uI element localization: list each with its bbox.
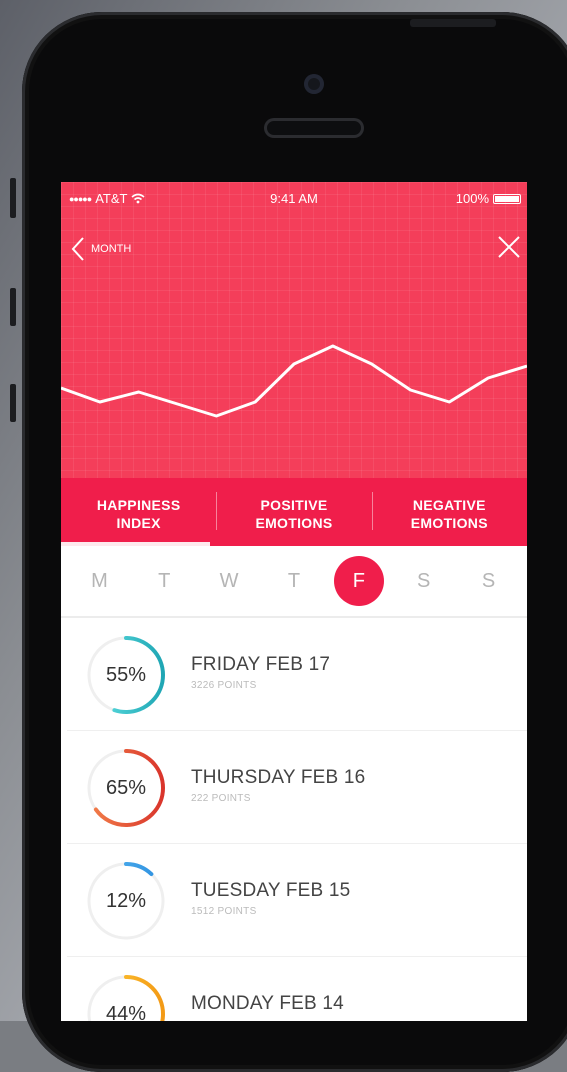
- tab-negative-emotions[interactable]: NEGATIVE EMOTIONS: [372, 478, 527, 546]
- list-item[interactable]: 65% THURSDAY FEB 16 222 POINTS: [67, 731, 527, 844]
- tab-label: POSITIVE: [216, 496, 371, 514]
- back-label: MONTH: [91, 243, 131, 255]
- back-button[interactable]: MONTH: [71, 236, 131, 262]
- percent-label: 55%: [85, 634, 167, 716]
- chevron-left-icon: [71, 236, 85, 262]
- day-sunday[interactable]: S: [463, 556, 513, 606]
- chart-header: ●●●●● AT&T 9:41 AM 100% MONTH: [61, 182, 527, 478]
- tab-label: EMOTIONS: [372, 514, 527, 532]
- entry-date: FRIDAY FEB 17: [191, 654, 330, 676]
- front-camera: [304, 74, 324, 94]
- app-screen: ●●●●● AT&T 9:41 AM 100% MONTH HAPPINESS …: [61, 182, 527, 1021]
- series-line: [61, 346, 527, 416]
- day-monday[interactable]: M: [74, 556, 124, 606]
- top-nav: MONTH: [61, 232, 527, 268]
- volume-down-button: [10, 384, 16, 422]
- entry-points: 3226 POINTS: [191, 680, 257, 691]
- battery-percent: 100%: [456, 191, 489, 206]
- mute-switch: [10, 178, 16, 218]
- list-item[interactable]: 44% MONDAY FEB 14: [67, 957, 527, 1021]
- close-icon[interactable]: [497, 235, 521, 259]
- tab-label: HAPPINESS: [61, 496, 216, 514]
- tab-bar: HAPPINESS INDEX POSITIVE EMOTIONS NEGATI…: [61, 478, 527, 546]
- tab-label: EMOTIONS: [216, 514, 371, 532]
- happiness-line-chart: [61, 278, 527, 478]
- entry-points: 1512 POINTS: [191, 906, 257, 917]
- tab-positive-emotions[interactable]: POSITIVE EMOTIONS: [216, 478, 371, 546]
- daily-entries-list: 55% FRIDAY FEB 17 3226 POINTS 65% THURSD…: [67, 618, 527, 1021]
- battery-info: 100%: [456, 191, 521, 206]
- entry-date: MONDAY FEB 14: [191, 993, 344, 1015]
- weekday-selector: M T W T F S S: [61, 546, 527, 618]
- volume-up-button: [10, 288, 16, 326]
- list-item[interactable]: 55% FRIDAY FEB 17 3226 POINTS: [67, 618, 527, 731]
- entry-date: THURSDAY FEB 16: [191, 767, 365, 789]
- tab-label: NEGATIVE: [372, 496, 527, 514]
- list-item[interactable]: 12% TUESDAY FEB 15 1512 POINTS: [67, 844, 527, 957]
- day-wednesday[interactable]: W: [204, 556, 254, 606]
- power-button: [410, 19, 496, 27]
- tab-happiness-index[interactable]: HAPPINESS INDEX: [61, 478, 216, 546]
- day-thursday[interactable]: T: [269, 556, 319, 606]
- battery-icon: [493, 194, 521, 204]
- percent-label: 65%: [85, 747, 167, 829]
- entry-date: TUESDAY FEB 15: [191, 880, 350, 902]
- entry-points: 222 POINTS: [191, 793, 251, 804]
- day-friday[interactable]: F: [334, 556, 384, 606]
- tab-label: INDEX: [61, 514, 216, 532]
- status-bar: ●●●●● AT&T 9:41 AM 100%: [61, 182, 527, 212]
- percent-label: 44%: [85, 973, 167, 1021]
- earpiece-speaker: [264, 118, 364, 138]
- day-tuesday[interactable]: T: [139, 556, 189, 606]
- day-saturday[interactable]: S: [399, 556, 449, 606]
- percent-label: 12%: [85, 860, 167, 942]
